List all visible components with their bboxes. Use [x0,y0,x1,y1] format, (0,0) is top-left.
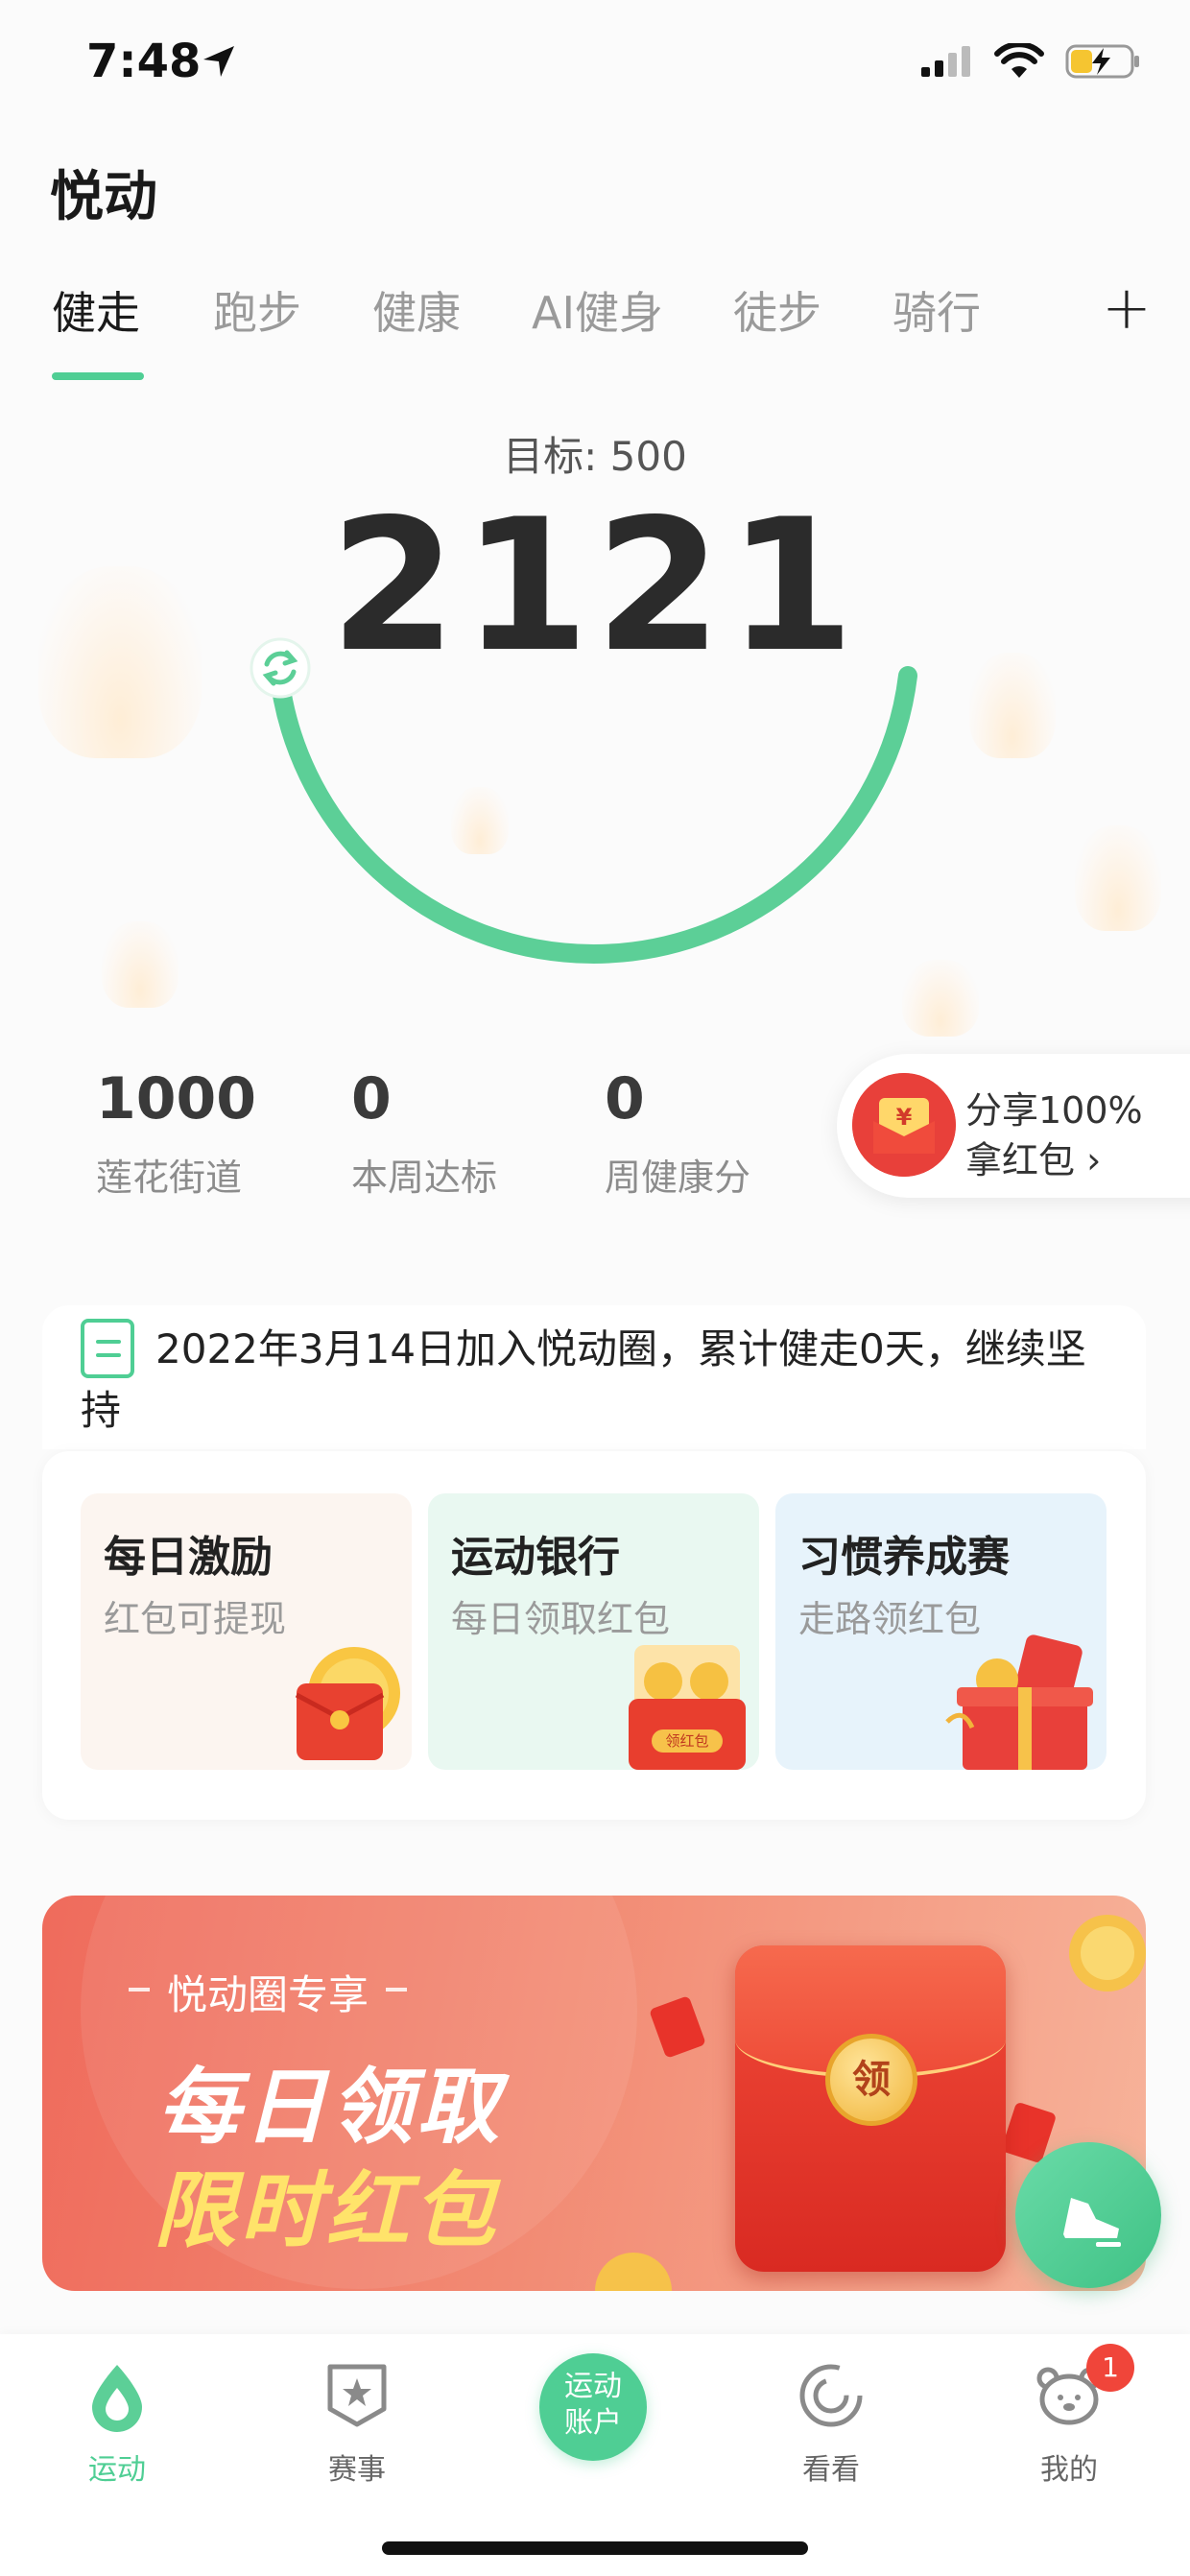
card-sport-bank-subtitle: 每日领取红包 [451,1598,671,1640]
stats-row: 1000 莲花街道 0 本周达标 0 周健康分 ¥ 分享100% 拿红包 › [0,1054,1190,1238]
nav-events[interactable]: 赛事 [285,2359,429,2488]
stat-weekly-target[interactable]: 0 本周达标 [351,1065,497,1201]
nav-sport-account-button[interactable]: 运动 账户 [539,2353,647,2461]
nav-center-line2: 账户 [564,2406,622,2440]
nav-explore[interactable]: 看看 [759,2359,903,2488]
banner-tag: 悦动圈专享 [128,1963,408,2021]
nav-explore-label: 看看 [802,2453,860,2487]
shoe-icon [1063,2198,1121,2247]
refresh-icon[interactable] [250,637,311,699]
app-title: 悦动 [50,166,157,228]
tab-hiking[interactable]: 徒步 [733,278,821,342]
stat-street[interactable]: 1000 莲花街道 [96,1065,256,1201]
wifi-icon [994,43,1044,78]
banner-subheadline: 限时红包 [154,2163,499,2259]
step-progress-ring [250,637,917,964]
promo-cards: 每日激励 红包可提现 运动银行 每日领取红包 领红包 习惯养成赛 走路领红包 [42,1451,1146,1820]
red-envelope-illustration: 领 [735,1945,1006,2272]
nav-events-label: 赛事 [328,2453,386,2487]
nav-mine-label: 我的 [1040,2453,1098,2487]
tab-run[interactable]: 跑步 [213,278,301,342]
stat-health-score[interactable]: 0 周健康分 [605,1065,750,1201]
card-habit-contest[interactable]: 习惯养成赛 走路领红包 [775,1493,1107,1770]
svg-text:¥: ¥ [896,1104,913,1131]
tab-ai-fitness[interactable]: AI健身 [532,278,663,342]
join-notice: 2022年3月14日加入悦动圈，累计健走0天，继续坚持 [42,1305,1146,1449]
sport-tabs: 健走 跑步 健康 AI健身 徒步 骑行 + [0,273,1190,384]
red-packet-icon: ¥ [852,1073,956,1177]
nav-sport[interactable]: 运动 [45,2359,189,2488]
tab-walk[interactable]: 健走 [52,278,140,342]
envelope-seal: 领 [825,2034,917,2126]
red-envelope-coins-icon: 领红包 [629,1645,746,1770]
share-red-packet-button[interactable]: ¥ 分享100% 拿红包 › [837,1054,1190,1198]
status-time: 7:48 [86,35,202,88]
card-sport-bank-title: 运动银行 [451,1533,620,1582]
join-notice-text: 2022年3月14日加入悦动圈，累计健走0天，继续坚持 [81,1325,1086,1434]
stat-health-score-label: 周健康分 [605,1157,751,1199]
status-icons [919,42,1142,81]
app-screen: 7:48 悦动 健走 跑步 健康 AI健身 徒步 骑行 + 目标: 500 21… [0,0,1190,2576]
share-text-line1: 分享100% [965,1089,1143,1132]
drop-icon [92,2365,142,2432]
bottom-nav: 运动 赛事 运动 账户 看看 我的 [0,2334,1190,2576]
stat-street-value: 1000 [96,1065,256,1133]
floating-sport-button[interactable] [1015,2142,1161,2288]
gold-coin-bag-icon [295,1647,400,1760]
active-tab-indicator [52,372,144,380]
share-text-line2: 拿红包 › [965,1139,1102,1181]
spiral-icon [799,2364,863,2427]
card-envelope-label: 领红包 [665,1732,708,1750]
stat-weekly-target-label: 本周达标 [351,1157,498,1199]
cellular-icon [921,46,970,77]
tab-cycling[interactable]: 骑行 [892,278,981,342]
stat-weekly-target-value: 0 [351,1065,392,1133]
add-tab-button[interactable]: + [1102,273,1152,343]
tab-health[interactable]: 健康 [372,278,461,342]
card-sport-bank[interactable]: 运动银行 每日领取红包 领红包 [428,1493,759,1770]
location-arrow-icon [203,46,234,77]
status-bar: 7:48 [0,0,1190,134]
stat-health-score-value: 0 [605,1065,645,1133]
card-habit-contest-title: 习惯养成赛 [798,1533,1010,1582]
red-packet-banner[interactable]: 悦动圈专享 每日领取 限时红包 领 [42,1896,1146,2291]
card-daily-reward-title: 每日激励 [104,1533,273,1582]
stat-street-label: 莲花街道 [96,1157,243,1199]
card-daily-reward[interactable]: 每日激励 红包可提现 [81,1493,412,1770]
gift-box-icon [945,1634,1093,1770]
banner-headline: 每日领取 [157,2060,503,2156]
nav-center-line1: 运动 [564,2370,622,2403]
notification-badge: 1 [1086,2344,1134,2392]
step-hero: 目标: 500 2121 [0,384,1190,1037]
home-indicator[interactable] [382,2541,808,2555]
star-badge-icon [327,2364,387,2427]
battery-charging-icon [1065,44,1139,79]
nav-sport-label: 运动 [88,2453,146,2487]
